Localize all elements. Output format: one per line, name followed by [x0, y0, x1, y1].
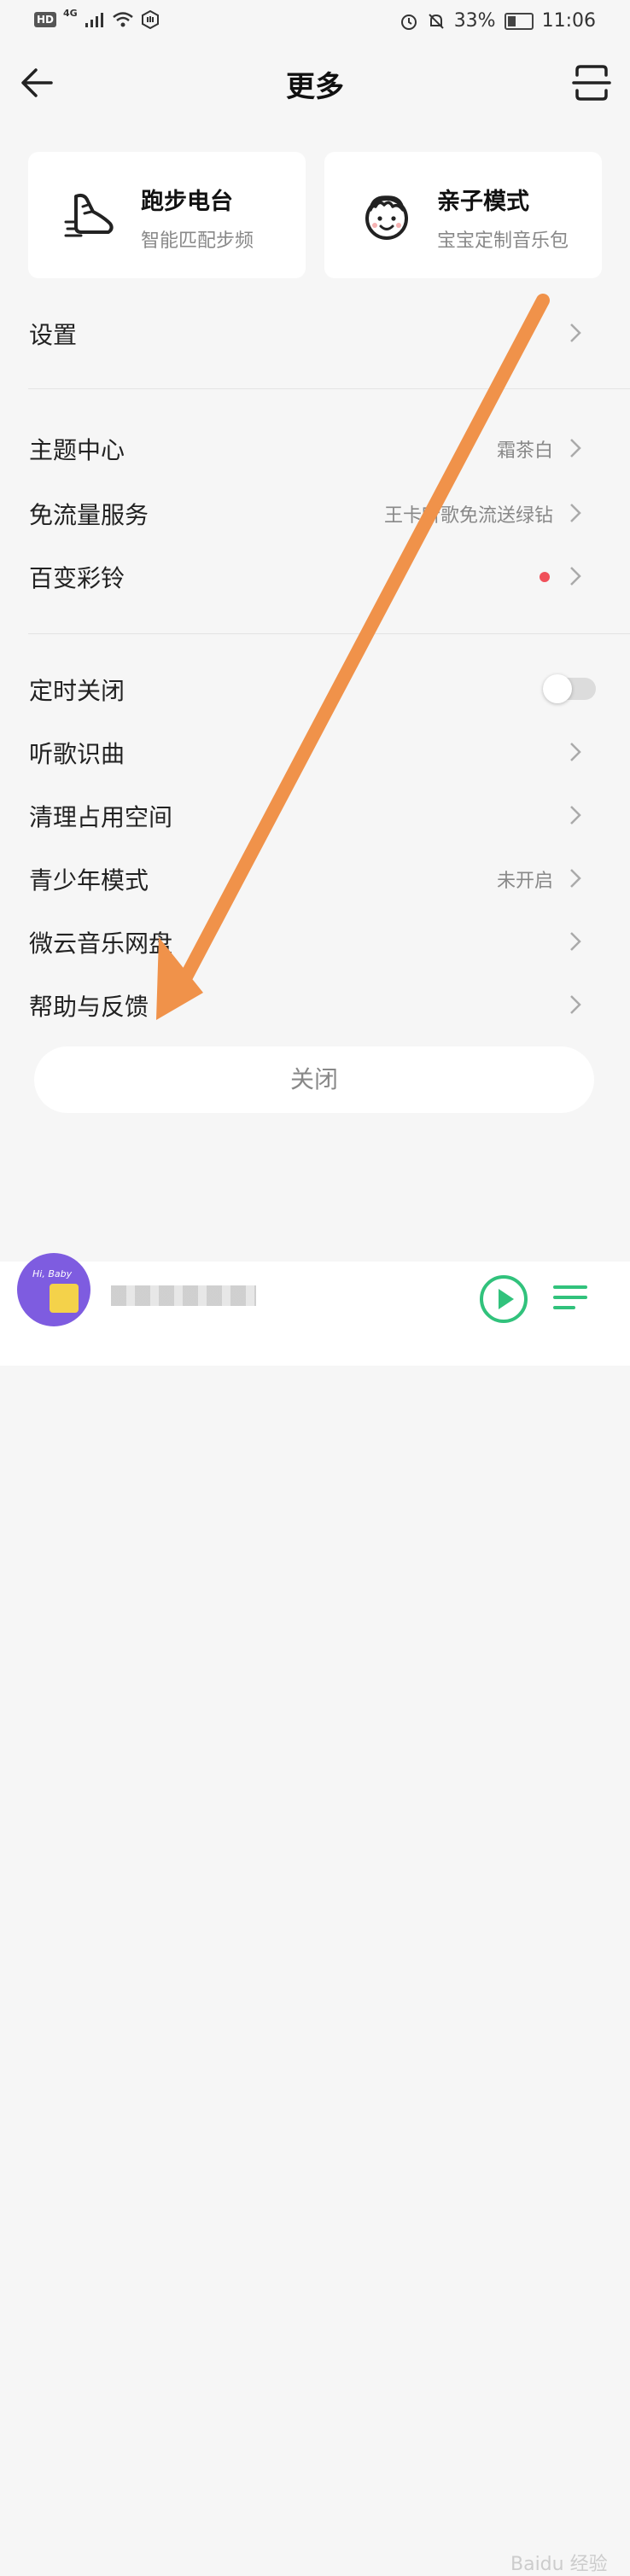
- chevron-right-icon: [570, 806, 581, 825]
- playlist-icon[interactable]: [551, 1280, 589, 1318]
- baby-face-icon: [365, 195, 408, 240]
- chevron-right-icon: [570, 743, 581, 761]
- song-title-blurred: [111, 1285, 256, 1306]
- chevron-right-icon: [570, 869, 581, 888]
- chevron-right-icon: [570, 323, 581, 342]
- clean-storage-label: 清理占用空间: [29, 803, 173, 831]
- chevron-right-icon: [570, 995, 581, 1014]
- teen-mode-value: 未开启: [496, 871, 553, 892]
- scan-icon[interactable]: [570, 61, 613, 104]
- avatar-sticker: [50, 1284, 79, 1313]
- menu-item-sleep-timer[interactable]: 定时关闭: [0, 659, 630, 719]
- clock: 11:06: [541, 10, 596, 32]
- data-free-value: 王卡听歌免流送绿钻: [383, 505, 553, 527]
- weiyun-label: 微云音乐网盘: [29, 930, 173, 958]
- toggle-knob: [543, 674, 572, 703]
- notification-dot: [540, 572, 550, 582]
- divider: [28, 633, 630, 634]
- wifi-icon: [112, 12, 133, 27]
- battery-percent: 33%: [453, 10, 496, 32]
- parent-child-subtitle: 宝宝定制音乐包: [437, 230, 569, 252]
- running-radio-card[interactable]: 跑步电台 智能匹配步频: [28, 152, 306, 278]
- status-bar: HD 4G 33% 11:06: [0, 0, 630, 44]
- network-label: 4G: [63, 7, 78, 19]
- status-left: HD 4G: [34, 7, 160, 29]
- menu-item-theme-center[interactable]: 主题中心 霜茶白: [0, 418, 630, 478]
- signal-icon: [85, 13, 103, 27]
- chevron-right-icon: [570, 504, 581, 522]
- theme-center-label: 主题中心: [29, 436, 125, 464]
- help-feedback-label: 帮助与反馈: [29, 993, 149, 1021]
- mute-bell-icon: [428, 13, 444, 29]
- hand-icon: [141, 10, 159, 29]
- battery-icon: [504, 12, 534, 30]
- menu-item-song-recognition[interactable]: 听歌识曲: [0, 722, 630, 782]
- settings-label: 设置: [29, 321, 78, 349]
- alarm-icon: [400, 14, 417, 30]
- parent-child-mode-card[interactable]: 亲子模式 宝宝定制音乐包: [324, 152, 602, 278]
- menu-item-ringtone[interactable]: 百变彩铃: [0, 546, 630, 606]
- chevron-right-icon: [570, 567, 581, 586]
- menu-item-settings[interactable]: 设置: [0, 303, 630, 363]
- data-free-label: 免流量服务: [29, 501, 149, 529]
- song-recognition-label: 听歌识曲: [29, 740, 125, 768]
- sleep-timer-toggle[interactable]: [543, 674, 596, 703]
- theme-center-value: 霜茶白: [496, 440, 553, 462]
- menu-item-weiyun[interactable]: 微云音乐网盘: [0, 912, 630, 971]
- divider: [28, 388, 630, 389]
- sleep-timer-label: 定时关闭: [29, 677, 125, 705]
- hd-badge: HD: [34, 12, 57, 27]
- avatar[interactable]: Hi, Baby: [17, 1253, 90, 1326]
- running-radio-subtitle: 智能匹配步频: [141, 230, 254, 252]
- menu-item-data-free[interactable]: 免流量服务 王卡听歌免流送绿钻: [0, 483, 630, 543]
- running-radio-title: 跑步电台: [141, 189, 233, 215]
- teen-mode-label: 青少年模式: [29, 866, 149, 895]
- chevron-right-icon: [570, 439, 581, 458]
- menu-item-help-feedback[interactable]: 帮助与反馈: [0, 975, 630, 1034]
- ringtone-label: 百变彩铃: [29, 564, 125, 592]
- page-title: 更多: [286, 70, 344, 104]
- avatar-text: Hi, Baby: [32, 1268, 73, 1279]
- mini-player[interactable]: Hi, Baby Baidu 经验: [0, 1253, 630, 2575]
- chevron-right-icon: [570, 932, 581, 951]
- close-button[interactable]: 关闭: [34, 1046, 594, 1113]
- menu-item-clean-storage[interactable]: 清理占用空间: [0, 785, 630, 845]
- play-icon[interactable]: [478, 1273, 529, 1325]
- parent-child-title: 亲子模式: [437, 189, 529, 215]
- header: 更多: [0, 44, 630, 121]
- status-right: 33% 11:06: [400, 10, 596, 32]
- running-shoe-icon: [64, 193, 114, 237]
- watermark: Baidu 经验: [510, 2554, 608, 2575]
- menu-item-teen-mode[interactable]: 青少年模式 未开启: [0, 848, 630, 908]
